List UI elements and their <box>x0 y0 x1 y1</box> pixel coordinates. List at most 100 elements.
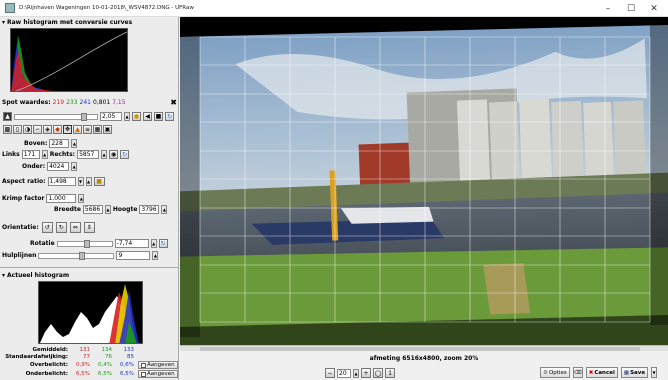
aspect-lock-icon[interactable]: ■ <box>93 177 105 186</box>
reset-exposure-icon[interactable]: ◀ <box>143 112 152 121</box>
gridlines-slider[interactable] <box>38 251 115 260</box>
width-input[interactable]: 5686 <box>82 205 103 214</box>
rotate-ccw-icon[interactable]: ↺ <box>41 222 53 233</box>
tab-gradient-icon[interactable]: ▲ <box>73 125 82 134</box>
spot-extra: 7,15 <box>112 99 126 106</box>
crop-bottom-input[interactable]: 4024 <box>47 162 70 171</box>
close-button[interactable]: ✕ <box>643 0 665 17</box>
reset-crop-icon[interactable]: ↻ <box>120 150 130 159</box>
refresh-icon[interactable]: ↻ <box>165 112 174 121</box>
minimize-button[interactable]: – <box>597 0 619 17</box>
tab-wb-icon[interactable]: ▯ <box>13 125 22 134</box>
gridlines-input[interactable]: 9 <box>116 251 151 260</box>
save-icon: ▦ <box>623 369 630 376</box>
spot-lum: 0,801 <box>93 99 111 106</box>
rotation-slider[interactable] <box>56 239 113 248</box>
tab-exif-icon[interactable]: ≡ <box>83 125 92 134</box>
crop-right-input[interactable]: 5857 <box>77 150 100 159</box>
orientation-label: Orientatie: <box>2 224 39 231</box>
height-spinner[interactable]: ▲ <box>161 205 168 214</box>
cancel-icon: ✖ <box>588 369 594 376</box>
auto-exposure-icon[interactable]: ● <box>132 112 141 121</box>
gridlines-row: Hulplijnen 9 ▲ <box>2 251 159 260</box>
width-spinner[interactable]: ▲ <box>104 205 111 214</box>
exposure-slider[interactable] <box>14 112 98 121</box>
auto-crop-icon[interactable]: ◉ <box>109 150 119 159</box>
live-histogram-expander[interactable]: ▾ Actueel histogram <box>2 270 69 280</box>
save-label: Save <box>630 369 646 376</box>
zoom-input[interactable]: 20 <box>337 368 351 378</box>
crop-right-label: Rechts: <box>49 151 76 158</box>
spot-g: 233 <box>66 99 78 106</box>
tab-grayscale-icon[interactable]: ◑ <box>23 125 32 134</box>
std-r: 77 <box>83 353 90 360</box>
rotation-input[interactable]: -7,74 <box>114 239 149 248</box>
save-options-button[interactable]: ▼ <box>651 367 658 378</box>
clip-icon[interactable]: ■ <box>154 112 163 121</box>
exposure-input[interactable]: 2,05 <box>100 112 122 121</box>
shrink-input[interactable]: 1,000 <box>46 194 77 203</box>
tab-raw-icon[interactable]: ▩ <box>3 125 12 134</box>
zoom-in-icon[interactable]: + <box>361 368 371 378</box>
rotation-spinner[interactable]: ▲ <box>150 239 157 248</box>
rotation-slider-knob[interactable] <box>83 239 90 248</box>
zoom-fit-icon[interactable]: ◯ <box>373 368 383 378</box>
tab-save-icon[interactable]: ▦ <box>93 125 102 134</box>
crop-bottom-spinner[interactable]: ▲ <box>71 162 78 171</box>
tab-curve-icon[interactable]: ∽ <box>33 125 42 134</box>
crop-left-input[interactable]: 171 <box>21 150 40 159</box>
crop-right-spinner[interactable]: ▲ <box>101 150 108 159</box>
delete-button[interactable]: ⌫ <box>572 367 583 378</box>
tab-crop-icon[interactable]: ✥ <box>63 125 72 134</box>
horizontal-scrollbar[interactable] <box>180 345 668 351</box>
orientation-row: Orientatie: ↺ ↻ ⇔ ⇕ <box>2 222 95 233</box>
live-histogram-header: Actueel histogram <box>7 271 70 279</box>
window-title: D:\Rijnhaven Wageningen 10-01-2018\_WSV4… <box>19 5 194 11</box>
cancel-button[interactable]: ✖ Cancel <box>585 367 618 378</box>
crop-top-spinner[interactable]: ▲ <box>71 139 78 148</box>
tab-color-icon[interactable]: ◆ <box>53 125 62 134</box>
options-icon: ⚙ <box>543 369 548 376</box>
app-icon <box>5 3 15 13</box>
height-input[interactable]: 3796 <box>139 205 160 214</box>
photo-preview <box>180 17 668 345</box>
action-buttons: ⚙ Opties ⌫ ✖ Cancel ▦ Save ▼ <box>540 367 658 378</box>
options-button[interactable]: ⚙ Opties <box>540 367 570 378</box>
tab-info-icon[interactable]: ▣ <box>103 125 112 134</box>
spot-close-icon[interactable]: ✖ <box>170 98 177 107</box>
cancel-label: Cancel <box>594 369 615 376</box>
spot-b: 241 <box>79 99 91 106</box>
tab-lens-icon[interactable]: ◈ <box>43 125 52 134</box>
expander-arrow-icon: ▾ <box>2 271 6 279</box>
crop-top-input[interactable]: 228 <box>49 139 70 148</box>
flip-vertical-icon[interactable]: ⇕ <box>83 222 95 233</box>
rotate-cw-icon[interactable]: ↻ <box>55 222 67 233</box>
silo-6 <box>613 100 647 182</box>
gridlines-slider-knob[interactable] <box>79 251 86 260</box>
crop-shade-right <box>650 25 668 325</box>
save-button[interactable]: ▦ Save <box>620 367 649 378</box>
exposure-spinner[interactable]: ▲ <box>124 112 130 121</box>
aspect-ratio-dropdown[interactable]: ▼ <box>77 177 84 186</box>
reset-rotation-icon[interactable]: ↻ <box>158 239 168 248</box>
raw-histogram-graph <box>11 31 127 91</box>
crop-leftright-row: Links 171 ▲ Rechts: 5857 ▲ ◉ ↻ <box>2 150 130 159</box>
raw-histogram-expander[interactable]: ▾ Raw histogram met conversie curves <box>2 17 132 27</box>
maximize-button[interactable]: ☐ <box>620 0 642 17</box>
aspect-ratio-input[interactable]: 1,498 <box>47 177 76 186</box>
crop-top-row: Boven: 228 ▲ <box>24 139 78 148</box>
shrink-spinner[interactable]: ▲ <box>78 194 85 203</box>
aspect-ratio-spinner[interactable]: ▲ <box>85 177 92 186</box>
crop-left-spinner[interactable]: ▲ <box>41 150 48 159</box>
std-g: 76 <box>105 353 112 360</box>
red-house <box>358 142 411 190</box>
scrollbar-thumb[interactable] <box>200 347 640 351</box>
crop-bottom-row: Onder: 4024 ▲ <box>22 162 78 171</box>
image-preview[interactable] <box>180 17 668 345</box>
zoom-out-icon[interactable]: − <box>325 368 335 378</box>
zoom-100-icon[interactable]: 1 <box>385 368 395 378</box>
flip-horizontal-icon[interactable]: ⇔ <box>69 222 81 233</box>
gridlines-spinner[interactable]: ▲ <box>152 251 159 260</box>
exposure-slider-knob[interactable] <box>81 112 87 121</box>
zoom-spinner[interactable]: ▲ <box>353 368 359 378</box>
